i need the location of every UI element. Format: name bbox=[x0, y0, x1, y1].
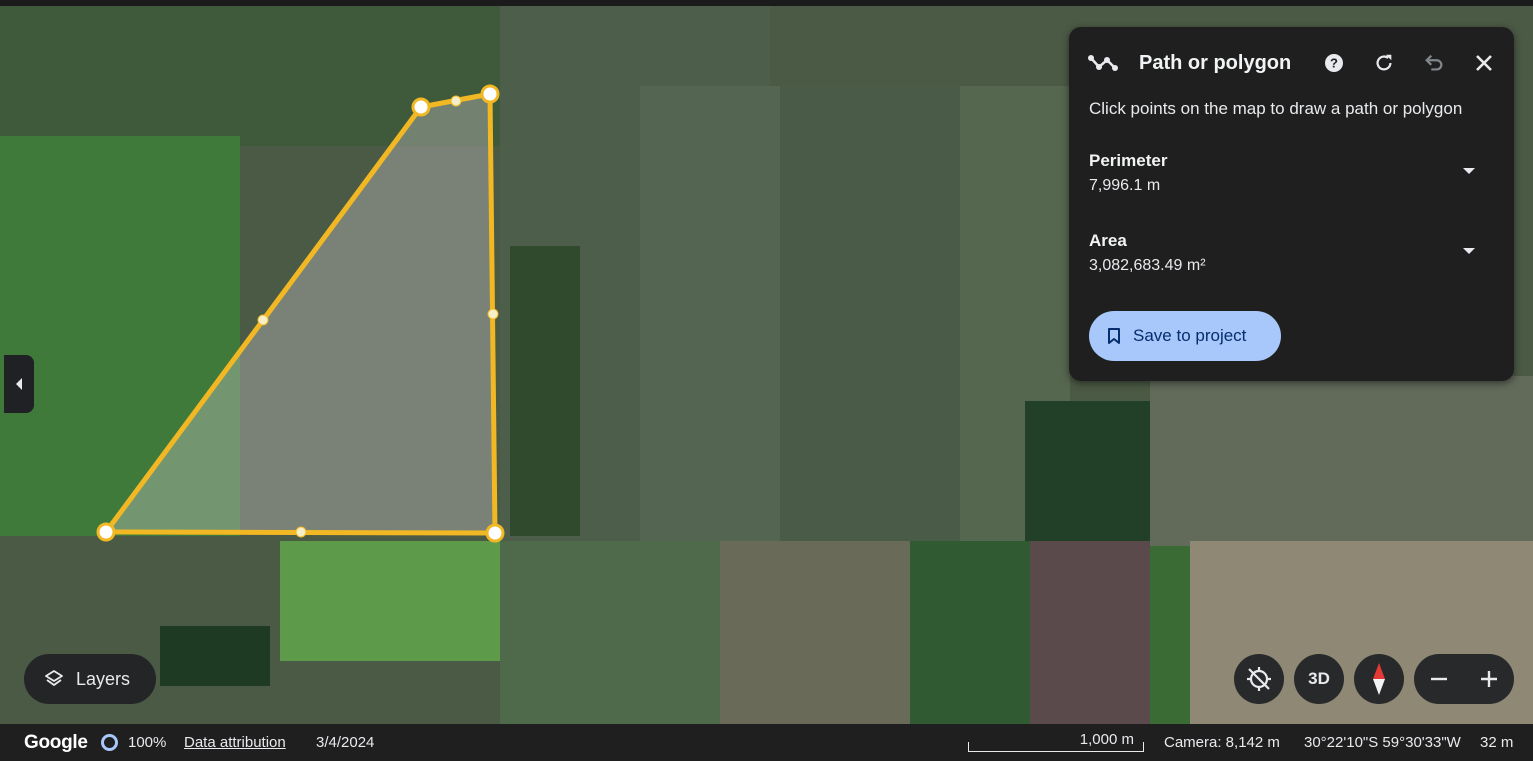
compass-icon bbox=[1373, 663, 1385, 695]
area-value: 3,082,683.49 m² bbox=[1089, 257, 1206, 274]
polygon-midpoint[interactable] bbox=[487, 308, 499, 320]
google-logo: Google bbox=[24, 732, 88, 753]
cursor-coordinates: 30°22'10"S 59°30'33"W bbox=[1304, 734, 1461, 751]
save-to-project-button[interactable]: Save to project bbox=[1089, 311, 1281, 361]
panel-instruction: Click points on the map to draw a path o… bbox=[1089, 99, 1463, 118]
polygon-midpoint[interactable] bbox=[257, 314, 269, 326]
measured-polygon bbox=[103, 91, 498, 536]
layers-icon bbox=[45, 670, 63, 686]
perimeter-label: Perimeter bbox=[1089, 151, 1168, 170]
loading-percent: 100% bbox=[128, 734, 167, 751]
perimeter-value: 7,996.1 m bbox=[1089, 177, 1161, 194]
chevron-down-icon bbox=[1463, 248, 1475, 254]
compass-button[interactable] bbox=[1354, 654, 1404, 704]
zoom-controls bbox=[1414, 654, 1514, 704]
my-location-button[interactable] bbox=[1234, 654, 1284, 704]
perimeter-section: Perimeter 7,996.1 m bbox=[1089, 151, 1479, 195]
polygon-midpoint[interactable] bbox=[295, 526, 307, 538]
close-icon bbox=[1476, 55, 1492, 71]
undo-icon bbox=[1425, 54, 1443, 71]
perimeter-unit-dropdown[interactable] bbox=[1459, 161, 1479, 181]
bookmark-icon bbox=[1108, 328, 1120, 344]
polygon-vertex[interactable] bbox=[480, 84, 500, 104]
refresh-button[interactable] bbox=[1370, 49, 1398, 77]
panel-title: Path or polygon bbox=[1139, 51, 1292, 74]
polygon-vertex[interactable] bbox=[485, 523, 505, 543]
3d-toggle-button[interactable]: 3D bbox=[1294, 654, 1344, 704]
close-button[interactable] bbox=[1470, 49, 1498, 77]
collapse-sidebar-button[interactable] bbox=[4, 355, 34, 413]
imagery-date: 3/4/2024 bbox=[316, 734, 375, 751]
svg-text:?: ? bbox=[1330, 56, 1338, 71]
zoom-in-button[interactable] bbox=[1464, 654, 1514, 704]
help-icon: ? bbox=[1325, 54, 1343, 72]
area-section: Area 3,082,683.49 m² bbox=[1089, 231, 1479, 275]
scale-label: 1,000 m bbox=[1079, 731, 1134, 748]
panel-header: Path or polygon bbox=[1087, 49, 1291, 77]
ground-elevation: 32 m bbox=[1480, 734, 1514, 751]
area-label: Area bbox=[1089, 231, 1127, 250]
location-off-icon bbox=[1247, 667, 1271, 691]
chevron-down-icon bbox=[1463, 168, 1475, 174]
path-icon bbox=[1088, 55, 1118, 71]
measure-panel: Path or polygon ? Click points on the ma… bbox=[1069, 27, 1514, 381]
area-unit-dropdown[interactable] bbox=[1459, 241, 1479, 261]
scale-bar: 1,000 m bbox=[968, 731, 1144, 752]
save-to-project-label: Save to project bbox=[1133, 326, 1247, 345]
zoom-in-icon bbox=[1481, 671, 1497, 687]
polygon-midpoint[interactable] bbox=[450, 95, 462, 107]
polygon-vertex[interactable] bbox=[411, 97, 431, 117]
collapse-left-icon bbox=[16, 378, 22, 390]
layers-label: Layers bbox=[76, 668, 131, 689]
loading-ring-icon bbox=[101, 734, 118, 751]
refresh-icon bbox=[1376, 54, 1392, 71]
zoom-out-icon bbox=[1431, 677, 1447, 681]
help-button[interactable]: ? bbox=[1320, 49, 1348, 77]
polygon-vertex[interactable] bbox=[96, 522, 116, 542]
camera-altitude: Camera: 8,142 m bbox=[1164, 734, 1280, 751]
3d-label: 3D bbox=[1308, 669, 1330, 688]
data-attribution-link[interactable]: Data attribution bbox=[184, 734, 286, 751]
undo-button[interactable] bbox=[1420, 49, 1448, 77]
status-bar: Google 100% Data attribution 3/4/2024 1,… bbox=[0, 724, 1533, 761]
layers-button[interactable]: Layers bbox=[24, 654, 156, 704]
zoom-out-button[interactable] bbox=[1414, 654, 1464, 704]
